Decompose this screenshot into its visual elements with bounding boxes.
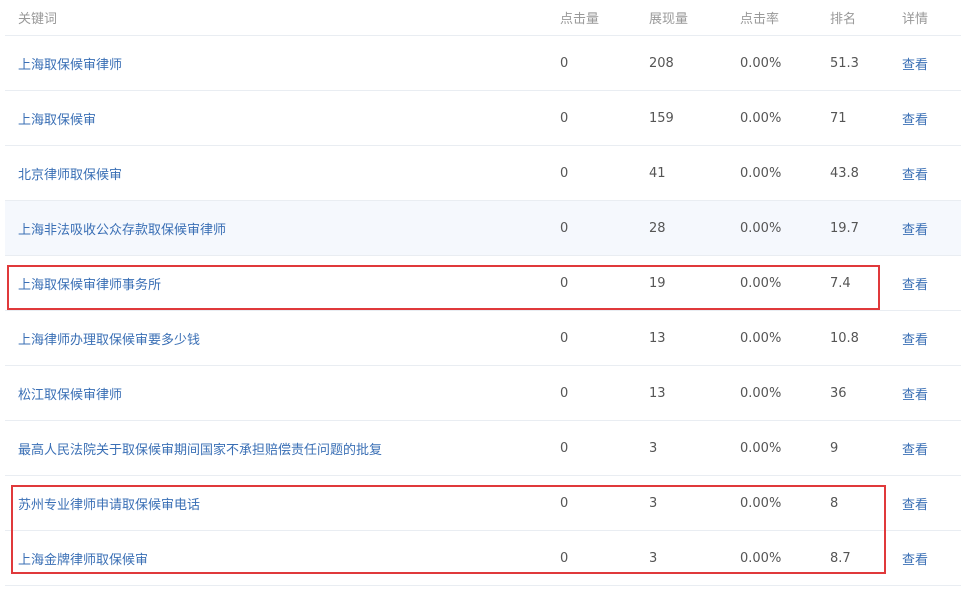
table-row: 最高人民法院关于取保候审期间国家不承担赔偿责任问题的批复 0 3 0.00% 9… bbox=[5, 421, 961, 476]
impressions-value: 19 bbox=[649, 275, 666, 291]
table-row: 上海取保候审律师 0 208 0.00% 51.3 查看 bbox=[5, 36, 961, 91]
table-header: 关键词 点击量 展现量 点击率 排名 详情 bbox=[5, 0, 961, 36]
impressions-value: 208 bbox=[649, 55, 674, 71]
ctr-value: 0.00% bbox=[740, 550, 782, 566]
clicks-value: 0 bbox=[560, 220, 569, 236]
view-detail-link[interactable]: 查看 bbox=[902, 366, 928, 420]
impressions-value: 159 bbox=[649, 110, 674, 126]
ctr-value: 0.00% bbox=[740, 220, 782, 236]
table-row: 上海取保候审律师事务所 0 19 0.00% 7.4 查看 bbox=[5, 256, 961, 311]
rank-value: 43.8 bbox=[830, 165, 859, 181]
keyword-link[interactable]: 苏州专业律师申请取保候审电话 bbox=[18, 476, 200, 530]
header-impressions[interactable]: 展现量 bbox=[649, 0, 688, 35]
rank-value: 19.7 bbox=[830, 220, 859, 236]
keyword-link[interactable]: 北京律师取保候审 bbox=[18, 146, 122, 200]
clicks-value: 0 bbox=[560, 330, 569, 346]
ctr-value: 0.00% bbox=[740, 275, 782, 291]
keyword-link[interactable]: 上海取保候审律师事务所 bbox=[18, 256, 161, 310]
view-detail-link[interactable]: 查看 bbox=[902, 91, 928, 145]
ctr-value: 0.00% bbox=[740, 495, 782, 511]
keyword-link[interactable]: 松江取保候审律师 bbox=[18, 366, 122, 420]
impressions-value: 41 bbox=[649, 165, 666, 181]
clicks-value: 0 bbox=[560, 495, 569, 511]
rank-value: 10.8 bbox=[830, 330, 859, 346]
impressions-value: 13 bbox=[649, 330, 666, 346]
rank-value: 8.7 bbox=[830, 550, 851, 566]
keyword-link[interactable]: 上海取保候审律师 bbox=[18, 36, 122, 90]
table-row: 上海取保候审 0 159 0.00% 71 查看 bbox=[5, 91, 961, 146]
view-detail-link[interactable]: 查看 bbox=[902, 421, 928, 475]
view-detail-link[interactable]: 查看 bbox=[902, 201, 928, 255]
rank-value: 36 bbox=[830, 385, 847, 401]
ctr-value: 0.00% bbox=[740, 385, 782, 401]
clicks-value: 0 bbox=[560, 165, 569, 181]
clicks-value: 0 bbox=[560, 55, 569, 71]
ctr-value: 0.00% bbox=[740, 110, 782, 126]
impressions-value: 28 bbox=[649, 220, 666, 236]
view-detail-link[interactable]: 查看 bbox=[902, 311, 928, 365]
view-detail-link[interactable]: 查看 bbox=[902, 476, 928, 530]
view-detail-link[interactable]: 查看 bbox=[902, 531, 928, 585]
ctr-value: 0.00% bbox=[740, 330, 782, 346]
table-row: 上海金牌律师取保候审 0 3 0.00% 8.7 查看 bbox=[5, 531, 961, 586]
ctr-value: 0.00% bbox=[740, 165, 782, 181]
table-row: 松江取保候审律师 0 13 0.00% 36 查看 bbox=[5, 366, 961, 421]
view-detail-link[interactable]: 查看 bbox=[902, 256, 928, 310]
rank-value: 7.4 bbox=[830, 275, 851, 291]
ctr-value: 0.00% bbox=[740, 55, 782, 71]
ctr-value: 0.00% bbox=[740, 440, 782, 456]
header-rank[interactable]: 排名 bbox=[830, 0, 856, 35]
rank-value: 9 bbox=[830, 440, 839, 456]
keyword-link[interactable]: 上海非法吸收公众存款取保候审律师 bbox=[18, 201, 226, 255]
clicks-value: 0 bbox=[560, 275, 569, 291]
keyword-link[interactable]: 上海律师办理取保候审要多少钱 bbox=[18, 311, 200, 365]
table-row: 上海律师办理取保候审要多少钱 0 13 0.00% 10.8 查看 bbox=[5, 311, 961, 366]
view-detail-link[interactable]: 查看 bbox=[902, 146, 928, 200]
clicks-value: 0 bbox=[560, 110, 569, 126]
impressions-value: 3 bbox=[649, 550, 658, 566]
impressions-value: 3 bbox=[649, 440, 658, 456]
clicks-value: 0 bbox=[560, 440, 569, 456]
impressions-value: 13 bbox=[649, 385, 666, 401]
view-detail-link[interactable]: 查看 bbox=[902, 36, 928, 90]
header-keyword[interactable]: 关键词 bbox=[18, 0, 57, 35]
rank-value: 51.3 bbox=[830, 55, 859, 71]
impressions-value: 3 bbox=[649, 495, 658, 511]
rank-value: 71 bbox=[830, 110, 847, 126]
header-detail: 详情 bbox=[902, 12, 929, 27]
keyword-table: 关键词 点击量 展现量 点击率 排名 详情 上海取保候审律师 0 208 0.0… bbox=[5, 0, 961, 586]
table-row: 苏州专业律师申请取保候审电话 0 3 0.00% 8 查看 bbox=[5, 476, 961, 531]
table-row: 上海非法吸收公众存款取保候审律师 0 28 0.00% 19.7 查看 bbox=[5, 201, 961, 256]
rank-value: 8 bbox=[830, 495, 839, 511]
keyword-link[interactable]: 上海金牌律师取保候审 bbox=[18, 531, 148, 585]
header-ctr[interactable]: 点击率 bbox=[740, 0, 779, 35]
keyword-link[interactable]: 上海取保候审 bbox=[18, 91, 96, 145]
table-row: 北京律师取保候审 0 41 0.00% 43.8 查看 bbox=[5, 146, 961, 201]
clicks-value: 0 bbox=[560, 550, 569, 566]
clicks-value: 0 bbox=[560, 385, 569, 401]
keyword-link[interactable]: 最高人民法院关于取保候审期间国家不承担赔偿责任问题的批复 bbox=[18, 421, 382, 475]
header-clicks[interactable]: 点击量 bbox=[560, 0, 599, 35]
